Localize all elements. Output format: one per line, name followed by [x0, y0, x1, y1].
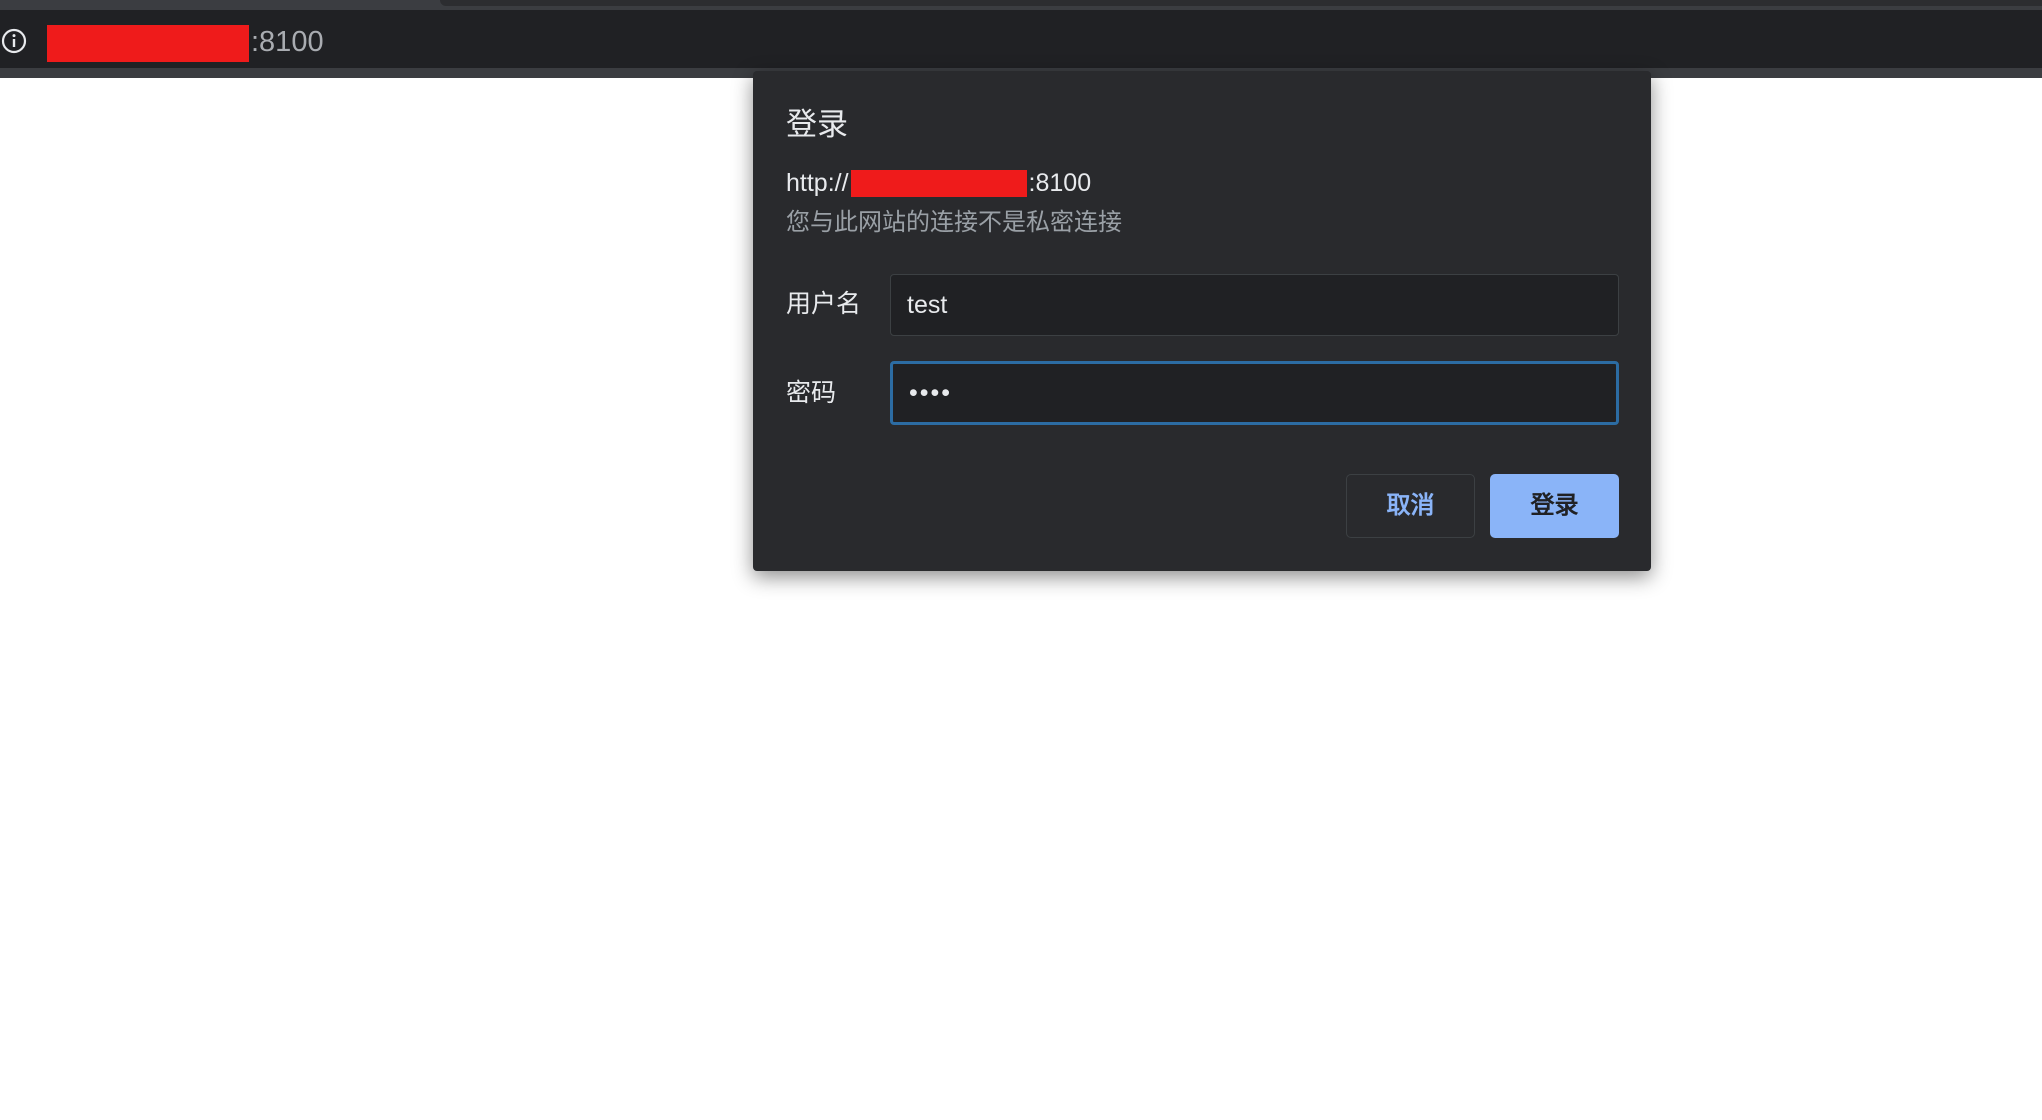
login-button[interactable]: 登录 [1490, 474, 1619, 538]
cancel-button[interactable]: 取消 [1346, 474, 1475, 538]
dialog-title: 登录 [786, 107, 848, 142]
dialog-url-prefix: http:// [786, 169, 849, 198]
dialog-url-suffix: :8100 [1028, 169, 1092, 198]
connection-warning: 您与此网站的连接不是私密连接 [786, 209, 1122, 236]
address-bar-redaction [47, 25, 249, 62]
active-tab[interactable] [440, 0, 2042, 6]
password-input[interactable] [890, 361, 1619, 425]
username-label: 用户名 [786, 290, 862, 318]
http-auth-dialog: 登录 http:// :8100 您与此网站的连接不是私密连接 用户名 密码 取消… [753, 71, 1651, 571]
address-bar-port[interactable]: :8100 [251, 22, 324, 62]
dialog-url-redaction [850, 169, 1027, 197]
password-label: 密码 [786, 379, 837, 407]
username-input[interactable] [890, 274, 1619, 336]
info-circle-icon[interactable] [0, 27, 28, 55]
dialog-site-url: http:// :8100 [786, 165, 1091, 200]
tab-strip [0, 0, 2042, 10]
